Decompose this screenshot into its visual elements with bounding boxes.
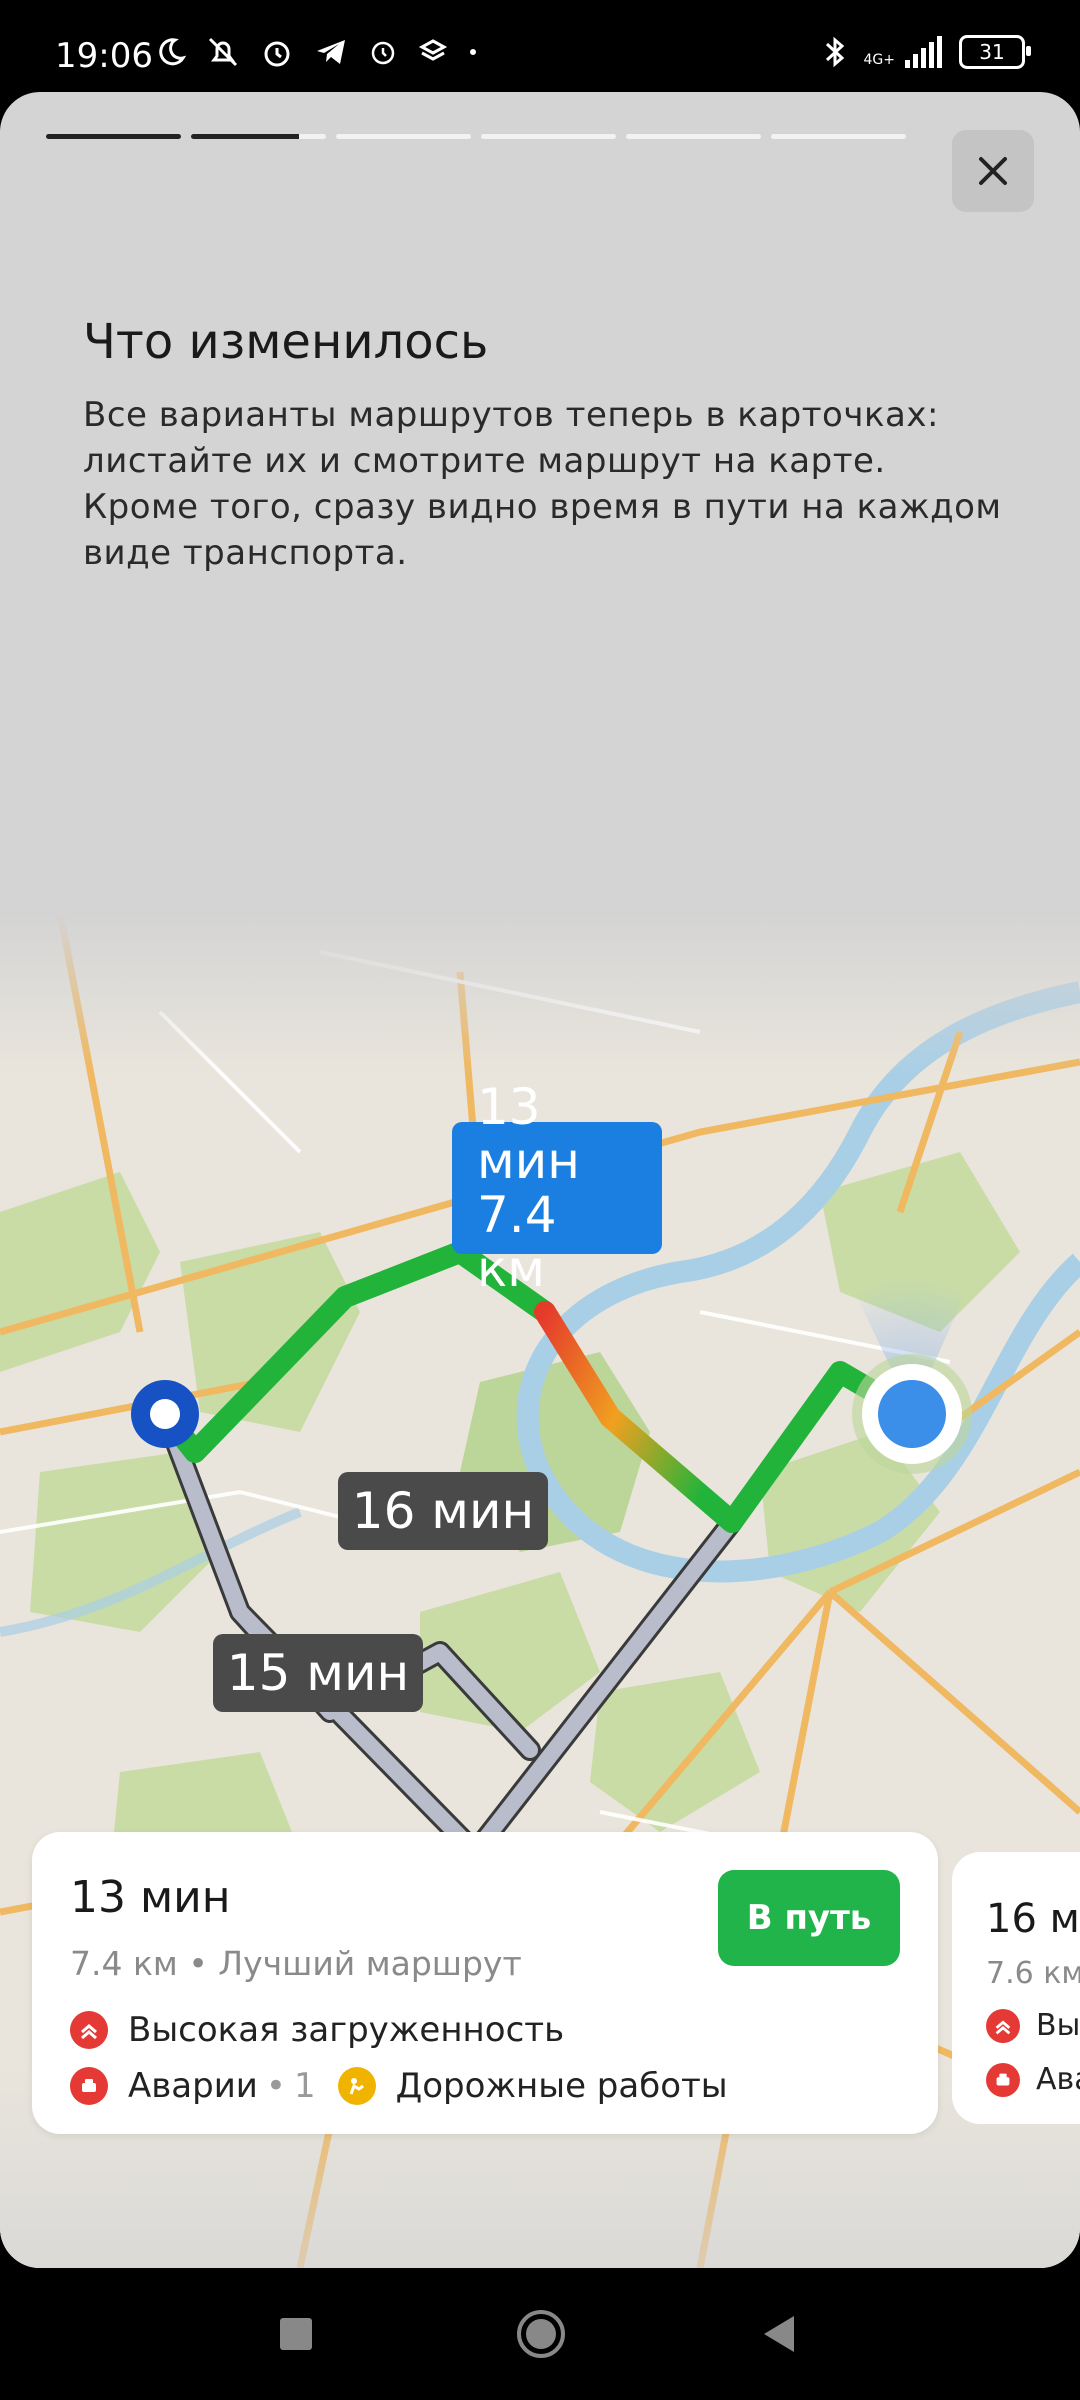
story-description: Все варианты маршрутов теперь в карточка… xyxy=(83,395,1002,573)
accidents-label: Аварии xyxy=(128,2066,258,2106)
accident-icon xyxy=(986,2062,1020,2097)
incidents-row: Аварии • 1 Дорожные работы xyxy=(70,2066,728,2106)
battery-level: 31 xyxy=(979,40,1005,64)
traffic-icon xyxy=(986,2008,1020,2043)
route-main-badge[interactable]: 13 мин 7.4 км xyxy=(452,1080,662,1296)
roadworks-icon xyxy=(337,2067,376,2105)
separator: • xyxy=(188,1944,208,1983)
route-card-2-distance: 7.6 км xyxy=(986,1956,1080,1991)
route-main-time: 13 мин xyxy=(477,1078,580,1190)
progress-segment-6 xyxy=(771,134,906,139)
layers-icon xyxy=(418,39,448,61)
home-icon[interactable] xyxy=(515,2308,567,2360)
signal-icon xyxy=(905,36,942,68)
recents-icon[interactable] xyxy=(278,2316,314,2352)
route-card-2-time: 16 ми xyxy=(986,1896,1080,1942)
route-card-label: Лучший маршрут xyxy=(218,1944,522,1983)
accident-icon xyxy=(70,2067,108,2105)
route-card-2-traffic: Выс xyxy=(1036,2008,1080,2043)
status-right: 4G+ 31 xyxy=(822,34,1031,70)
go-button[interactable]: В путь xyxy=(718,1870,900,1966)
progress-segment-4 xyxy=(481,134,616,139)
route-card-2-traffic-row: Выс xyxy=(986,2008,1080,2043)
route-alt2-badge[interactable]: 15 мин xyxy=(213,1634,423,1712)
bluetooth-icon xyxy=(825,36,844,68)
status-icons xyxy=(155,34,479,70)
alarm-outline-icon xyxy=(371,41,395,65)
route-alt2-time: 15 мин xyxy=(226,1644,410,1702)
back-icon[interactable] xyxy=(760,2314,796,2354)
progress-segment-5 xyxy=(626,134,761,139)
story-progress xyxy=(46,134,906,139)
route-main-distance: 7.4 км xyxy=(477,1186,557,1298)
progress-segment-1 xyxy=(46,134,181,139)
network-indicator: 4G+ xyxy=(864,36,944,68)
roadworks-label: Дорожные работы xyxy=(395,2066,728,2106)
accidents-count: 1 xyxy=(293,2066,316,2106)
story-sheet: Что изменилось Все варианты маршрутов те… xyxy=(0,92,1080,2268)
separator: • xyxy=(265,2066,286,2106)
bell-off-icon xyxy=(208,37,238,67)
progress-segment-2 xyxy=(191,134,326,139)
system-nav-bar xyxy=(0,2268,1080,2400)
route-card-2-accidents: Ава xyxy=(1036,2062,1080,2097)
telegram-icon xyxy=(317,40,345,64)
status-time: 19:06 xyxy=(55,36,153,76)
route-card-time: 13 мин xyxy=(70,1872,231,1923)
story-title: Что изменилось xyxy=(83,314,489,370)
traffic-label: Высокая загруженность xyxy=(128,2010,565,2050)
route-alt1-time: 16 мин xyxy=(351,1482,535,1540)
route-card-distance: 7.4 км xyxy=(70,1944,178,1983)
network-type: 4G+ xyxy=(863,52,896,68)
progress-segment-3 xyxy=(336,134,471,139)
dot-icon xyxy=(470,49,476,55)
traffic-icon xyxy=(70,2011,108,2049)
route-alt1-badge[interactable]: 16 мин xyxy=(338,1472,548,1550)
alarm-icon xyxy=(264,41,290,67)
traffic-row: Высокая загруженность xyxy=(70,2010,564,2050)
moon-icon xyxy=(159,38,187,66)
route-card-subtitle: 7.4 км • Лучший маршрут xyxy=(70,1944,522,1983)
close-button[interactable] xyxy=(952,130,1034,212)
route-card[interactable]: 13 мин 7.4 км • Лучший маршрут В путь Вы… xyxy=(32,1832,938,2134)
route-card-2[interactable]: 16 ми 7.6 км Выс Ава xyxy=(952,1852,1080,2124)
route-card-2-incidents-row: Ава xyxy=(986,2062,1080,2097)
status-bar: 19:06 4G+ 31 xyxy=(0,0,1080,92)
close-icon xyxy=(979,157,1007,185)
battery-indicator: 31 xyxy=(959,35,1031,69)
